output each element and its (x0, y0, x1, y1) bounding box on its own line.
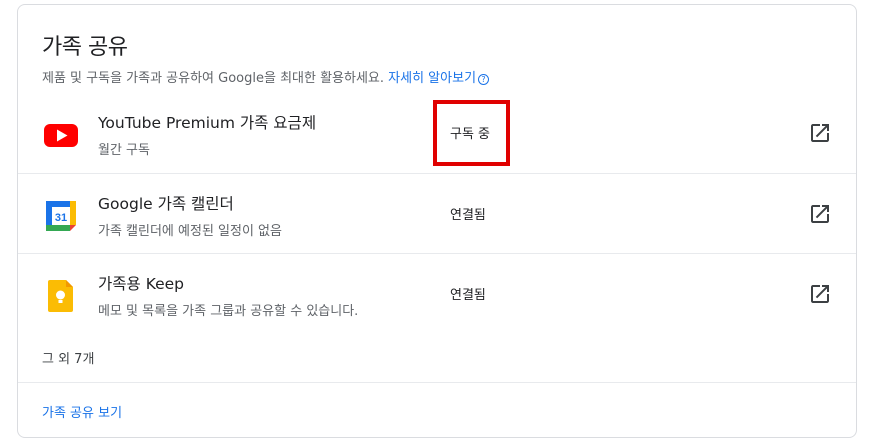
others-count: 그 외 7개 (42, 352, 95, 367)
view-family-sharing-link[interactable]: 가족 공유 보기 (42, 402, 122, 421)
service-name: YouTube Premium 가족 요금제 (98, 114, 317, 132)
subtitle-text: 제품 및 구독을 가족과 공유하여 Google을 최대한 활용하세요. (42, 71, 385, 86)
google-keep-icon (48, 280, 73, 312)
open-in-new-icon[interactable] (808, 202, 832, 226)
learn-more-link[interactable]: 자세히 알아보기? (388, 71, 490, 86)
service-description: 가족 캘린더에 예정된 일정이 없음 (98, 224, 282, 239)
service-status: 구독 중 (450, 127, 491, 142)
service-row-google-calendar[interactable]: 31 Google 가족 캘린더 가족 캘린더에 예정된 일정이 없음 연결됨 (18, 173, 856, 253)
footer-divider (18, 382, 856, 383)
google-calendar-icon: 31 (46, 201, 76, 231)
youtube-icon (44, 124, 78, 147)
service-row-youtube-premium[interactable]: YouTube Premium 가족 요금제 월간 구독 구독 중 (18, 93, 856, 173)
service-status: 연결됨 (450, 288, 486, 303)
help-icon: ? (478, 74, 490, 85)
calendar-day-text: 31 (55, 212, 67, 224)
card-subtitle: 제품 및 구독을 가족과 공유하여 Google을 최대한 활용하세요. 자세히… (42, 67, 490, 86)
open-in-new-icon[interactable] (808, 121, 832, 145)
service-row-google-keep[interactable]: 가족용 Keep 메모 및 목록을 가족 그룹과 공유할 수 있습니다. 연결됨 (18, 253, 856, 333)
open-in-new-icon[interactable] (808, 282, 832, 306)
service-status: 연결됨 (450, 208, 486, 223)
service-description: 월간 구독 (98, 143, 150, 158)
service-name: 가족용 Keep (98, 275, 185, 293)
service-description: 메모 및 목록을 가족 그룹과 공유할 수 있습니다. (98, 304, 359, 319)
family-sharing-card: 가족 공유 제품 및 구독을 가족과 공유하여 Google을 최대한 활용하세… (17, 4, 857, 438)
card-title: 가족 공유 (42, 35, 128, 60)
learn-more-label: 자세히 알아보기 (388, 71, 477, 86)
service-name: Google 가족 캘린더 (98, 195, 234, 213)
